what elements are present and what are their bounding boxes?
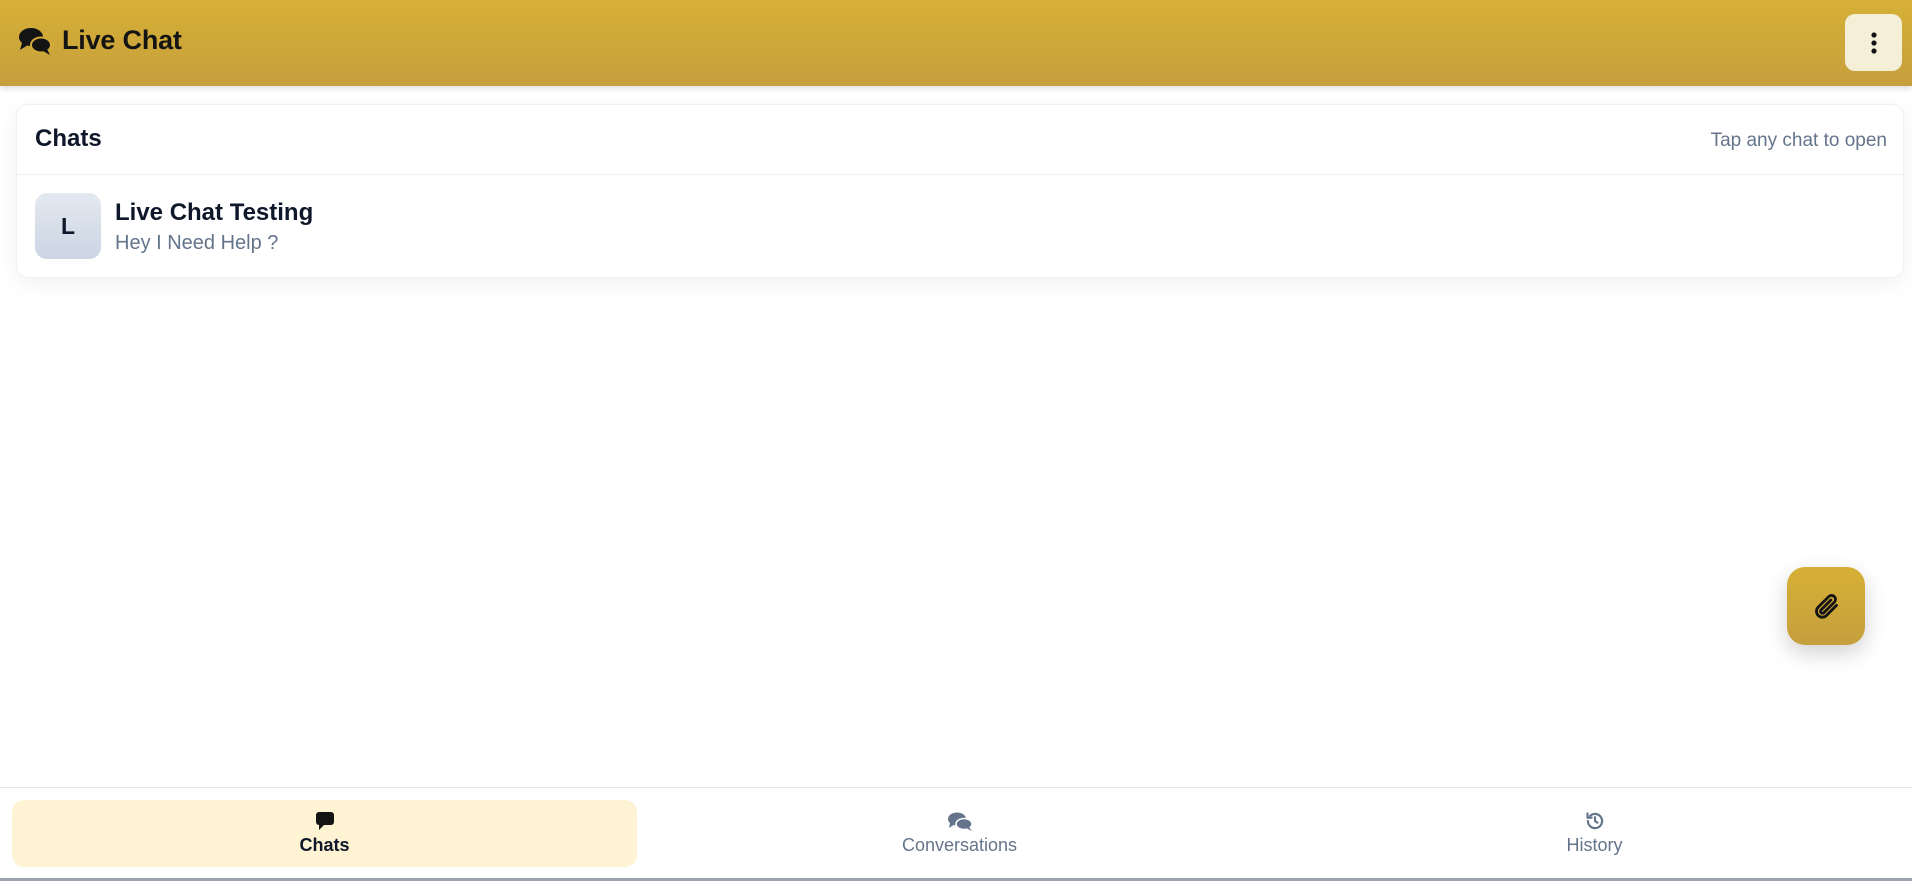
app-header: Live Chat [0,0,1912,86]
tab-history[interactable]: History [1282,800,1907,867]
chat-bubbles-icon [19,27,52,55]
chat-preview: Hey I Need Help ? [115,232,279,254]
chats-panel-title: Chats [35,125,102,152]
chat-name: Live Chat Testing [115,199,314,226]
more-options-button[interactable] [1845,14,1902,71]
chat-bubble-icon [315,812,334,830]
vertical-dots-icon [1870,31,1877,54]
tab-conversations[interactable]: Conversations [647,800,1272,867]
chat-bubbles-icon [947,812,973,831]
bottom-navigation: Chats Conversations History [0,787,1912,881]
tab-chats[interactable]: Chats [12,800,637,867]
chats-panel-hint: Tap any chat to open [1710,130,1887,151]
paperclip-icon [1815,594,1838,619]
attach-file-button[interactable] [1787,567,1865,645]
avatar: L [35,193,101,259]
app-title: Live Chat [62,25,182,55]
tab-conversations-label: Conversations [901,835,1018,855]
brand: Live Chat [18,25,182,56]
chats-panel-header: Chats Tap any chat to open [17,105,1903,175]
chats-panel: Chats Tap any chat to open L Live Chat T… [16,104,1904,278]
chat-list-item[interactable]: L Live Chat Testing Hey I Need Help ? [17,175,1903,279]
tab-chats-label: Chats [299,835,350,855]
tab-history-label: History [1566,835,1623,855]
history-icon [1585,812,1603,830]
